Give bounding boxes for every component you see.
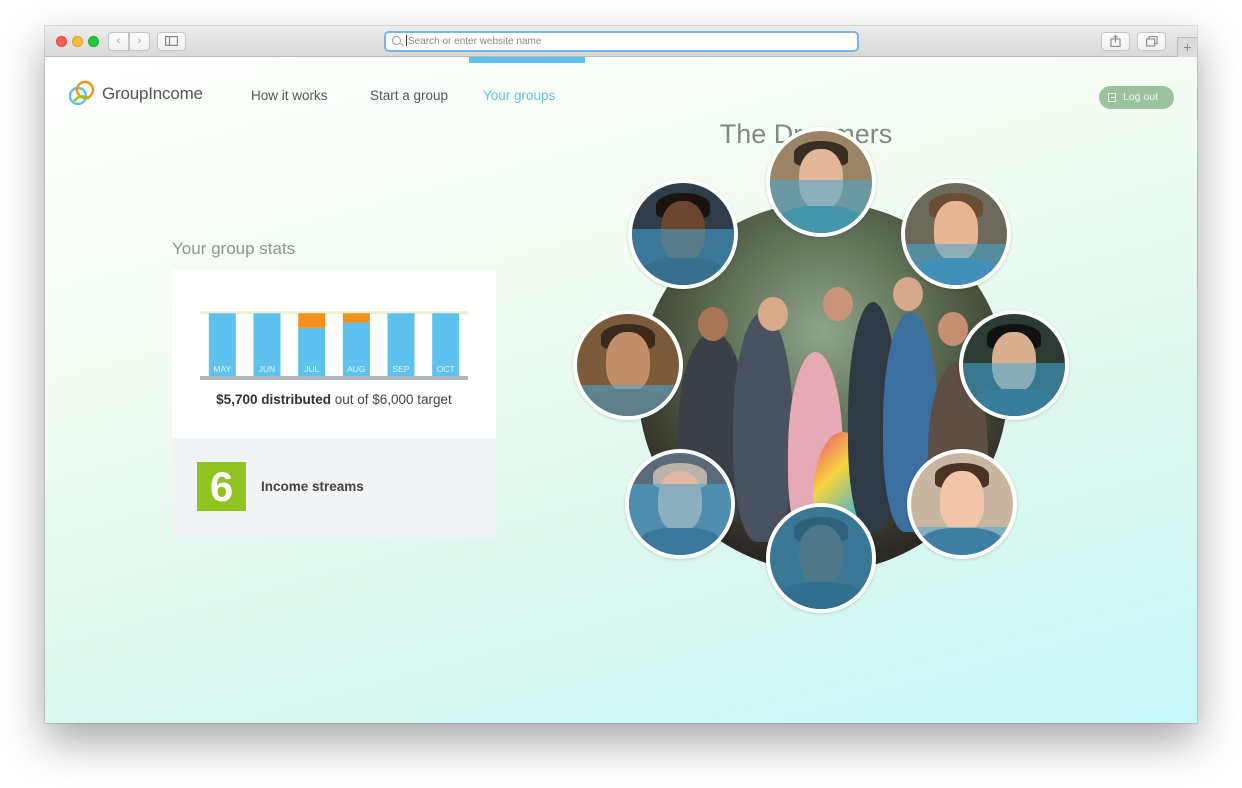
tick-label-aug: AUG <box>347 364 365 374</box>
target-line <box>200 311 468 315</box>
tick-label-sep: SEP <box>392 364 409 374</box>
stats-title: Your group stats <box>172 239 296 258</box>
member-avatar-right[interactable] <box>959 310 1069 420</box>
address-bar[interactable]: Search or enter website name <box>384 31 859 52</box>
member-avatar-left[interactable] <box>573 310 683 420</box>
tabs-icon <box>1145 36 1158 47</box>
tab-overview-button[interactable] <box>1137 32 1166 51</box>
member-avatar-top[interactable] <box>766 127 876 237</box>
share-icon <box>1110 34 1121 47</box>
member-avatar-bottom-left[interactable] <box>625 449 735 559</box>
text-caret <box>406 35 407 46</box>
bar-shortfall-jul <box>298 313 326 328</box>
minimize-window-button[interactable] <box>72 36 83 47</box>
member-avatar-bottom-right[interactable] <box>907 449 1017 559</box>
active-nav-indicator <box>469 57 585 63</box>
member-avatar-top-right[interactable] <box>901 179 1011 289</box>
income-streams-card[interactable]: 6 Income streams <box>172 438 496 537</box>
distribution-summary: $5,700 distributed out of $6,000 target <box>172 392 496 407</box>
search-icon <box>392 36 401 45</box>
bar-shortfall-aug <box>342 313 370 323</box>
distributed-amount: $5,700 distributed <box>216 392 331 407</box>
zoom-window-button[interactable] <box>88 36 99 47</box>
tick-label-oct: OCT <box>437 364 455 374</box>
share-button[interactable] <box>1101 32 1130 51</box>
new-tab-button[interactable]: + <box>1177 37 1197 57</box>
logout-label: Log out <box>1123 91 1159 103</box>
stats-card: MAY JUN JUL AUG SEP OCT $5,700 distributed ou… <box>172 270 496 438</box>
tick-label-jul: JUL <box>304 364 319 374</box>
nav-start-a-group[interactable]: Start a group <box>370 88 448 103</box>
tick-label-jun: JUN <box>259 364 276 374</box>
nav-how-it-works[interactable]: How it works <box>251 88 328 103</box>
logout-button[interactable]: Log out <box>1099 86 1174 109</box>
income-streams-count: 6 <box>197 462 246 511</box>
close-window-button[interactable] <box>56 36 67 47</box>
logo[interactable]: GroupIncome <box>67 79 203 108</box>
page-content: GroupIncome How it works Start a group Y… <box>45 57 1197 723</box>
forward-button[interactable]: › <box>129 32 150 51</box>
browser-window: ‹ › Search or enter website name + Group… <box>45 26 1197 723</box>
chart-baseline <box>200 376 468 380</box>
tick-label-may: MAY <box>213 364 231 374</box>
member-avatar-top-left[interactable] <box>628 179 738 289</box>
browser-toolbar: ‹ › Search or enter website name + <box>45 26 1197 57</box>
member-avatar-bottom[interactable] <box>766 503 876 613</box>
distribution-chart: MAY JUN JUL AUG SEP OCT <box>200 311 468 380</box>
income-streams-label: Income streams <box>261 479 364 494</box>
sidebar-toggle-button[interactable] <box>157 32 186 51</box>
target-text: out of $6,000 target <box>330 392 452 407</box>
logout-icon <box>1108 93 1116 102</box>
nav-your-groups[interactable]: Your groups <box>483 88 555 103</box>
sidebar-icon <box>165 36 179 47</box>
group-members-ring <box>573 127 1073 647</box>
groupincome-logo-icon <box>68 80 95 106</box>
logo-text: GroupIncome <box>102 83 203 103</box>
address-placeholder: Search or enter website name <box>408 36 542 47</box>
back-button[interactable]: ‹ <box>108 32 129 51</box>
